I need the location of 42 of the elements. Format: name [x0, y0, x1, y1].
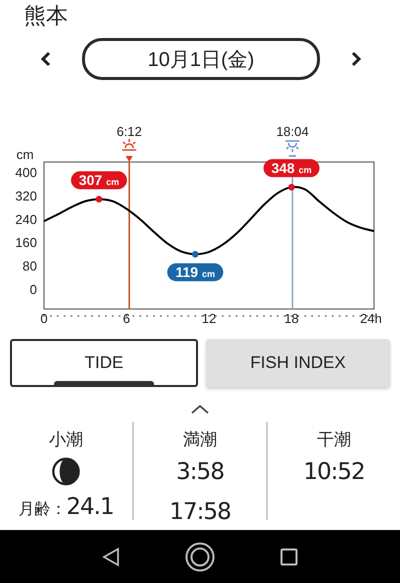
moon-age-label: 月齢：: [18, 499, 66, 520]
x-tick-label: 24h: [360, 311, 382, 326]
high-tide-label: 348 cm: [264, 159, 320, 178]
y-tick-label: 240: [15, 212, 37, 227]
y-tick-label: 320: [15, 188, 37, 204]
tab[interactable]: FISH INDEX: [206, 339, 390, 387]
tide-time: 3:58: [176, 458, 224, 487]
home-icon[interactable]: [184, 542, 215, 572]
sunset-time: 18:04: [276, 124, 309, 139]
axis-unit: cm: [16, 147, 34, 162]
x-tick-label: 6: [122, 311, 130, 326]
next-day-icon[interactable]: [350, 51, 362, 67]
sunrise-icon: [122, 138, 136, 151]
low-tide-label: 119 cm: [167, 263, 224, 282]
high-tide-point: [96, 196, 102, 202]
y-tick-label: 400: [15, 164, 37, 180]
moon-age-value: 24.1: [66, 494, 114, 520]
sunrise-time: 6:12: [116, 124, 142, 139]
y-tick-label: 0: [30, 282, 37, 298]
tide-type: 小潮: [49, 429, 83, 451]
tide-time: 10:52: [303, 458, 365, 487]
high-tide-point: [288, 184, 295, 190]
low-tide-point: [192, 250, 199, 258]
date-selector[interactable]: 10月1日(金): [82, 38, 320, 80]
moon-phase-icon: [50, 457, 82, 486]
tide-column-title: 干潮: [317, 429, 351, 451]
sunset-icon: [285, 140, 300, 153]
location-title: 熊本: [23, 3, 69, 31]
recent-apps-icon[interactable]: [280, 548, 298, 566]
x-tick-label: 18: [284, 311, 299, 326]
expand-icon[interactable]: [191, 405, 209, 414]
y-tick-label: 160: [15, 235, 37, 250]
sunset-marker: [288, 155, 296, 157]
tab[interactable]: TIDE: [10, 339, 198, 387]
tide-column-title: 満潮: [183, 429, 217, 451]
y-tick-label: 80: [22, 258, 37, 274]
high-tide-label: 307 cm: [71, 171, 127, 190]
tide-time: 17:58: [169, 498, 231, 527]
x-tick-label: 12: [202, 311, 216, 326]
back-icon[interactable]: [102, 546, 120, 566]
previous-day-icon[interactable]: [40, 51, 52, 67]
x-tick-label: 0: [40, 311, 48, 326]
